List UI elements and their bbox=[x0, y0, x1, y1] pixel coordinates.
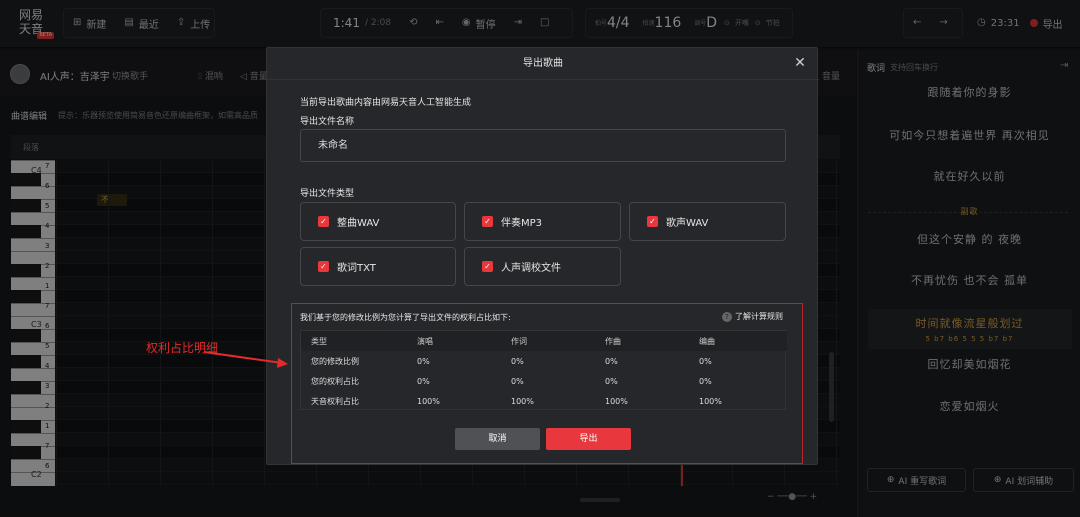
rights-title: 我们基于您的修改比例为您计算了导出文件的权利占比如下: bbox=[300, 313, 511, 322]
filename-input[interactable]: 未命名 bbox=[300, 129, 786, 162]
filetype-checkbox[interactable]: ✓ 人声调校文件 bbox=[464, 247, 621, 286]
checkbox-checked-icon: ✓ bbox=[482, 216, 493, 227]
filetype-label: 导出文件类型 bbox=[300, 189, 355, 199]
rules-link[interactable]: ? 了解计算规则 bbox=[722, 311, 783, 322]
filetype-checkbox[interactable]: ✓ 歌词TXT bbox=[300, 247, 456, 286]
filetype-checkbox[interactable]: ✓ 整曲WAV bbox=[300, 202, 456, 241]
annotation-arrow bbox=[203, 351, 288, 368]
table-row: 您的修改比例 0% 0% 0% 0% bbox=[311, 356, 712, 366]
export-dialog: 导出歌曲 ✕ 当前导出歌曲内容由网易天音人工智能生成 导出文件名称 未命名 导出… bbox=[266, 47, 819, 465]
rights-section: 我们基于您的修改比例为您计算了导出文件的权利占比如下: ? 了解计算规则 类型 演… bbox=[291, 303, 803, 464]
checkbox-checked-icon: ✓ bbox=[318, 216, 329, 227]
table-row: 您的权利占比 0% 0% 0% 0% bbox=[311, 376, 712, 386]
cancel-button[interactable]: 取消 bbox=[455, 428, 540, 450]
filename-label: 导出文件名称 bbox=[300, 117, 355, 127]
filetype-checkbox[interactable]: ✓ 歌声WAV bbox=[629, 202, 786, 241]
checkbox-checked-icon: ✓ bbox=[647, 216, 658, 227]
close-icon[interactable]: ✕ bbox=[793, 56, 807, 70]
checkbox-checked-icon: ✓ bbox=[482, 261, 493, 272]
help-icon: ? bbox=[722, 311, 732, 322]
rights-table: 类型 演唱 作词 作曲 编曲 您的修改比例 0% 0% 0% 0% 您的权利占比… bbox=[300, 330, 787, 410]
checkbox-checked-icon: ✓ bbox=[318, 261, 329, 272]
confirm-export-button[interactable]: 导出 bbox=[546, 428, 631, 450]
dialog-title: 导出歌曲 bbox=[267, 48, 819, 80]
ai-notice: 当前导出歌曲内容由网易天音人工智能生成 bbox=[300, 98, 472, 108]
filetype-checkbox[interactable]: ✓ 伴奏MP3 bbox=[464, 202, 621, 241]
table-row: 天音权利占比 100% 100% 100% 100% bbox=[311, 396, 722, 406]
table-header: 类型 演唱 作词 作曲 编曲 bbox=[301, 331, 787, 351]
